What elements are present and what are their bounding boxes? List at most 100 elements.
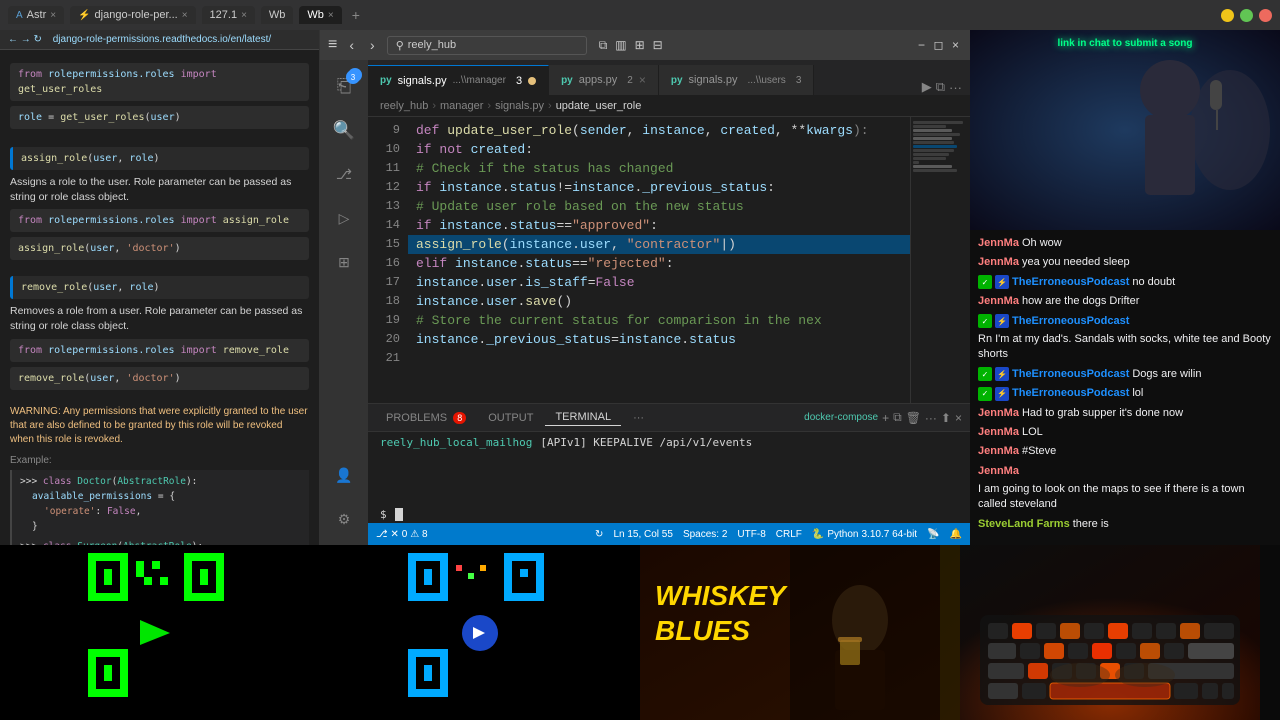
get-user-roles-import: from rolepermissions.roles import get_us… [10, 63, 309, 101]
terminal-max-button[interactable]: ⬆ [941, 411, 951, 425]
status-sync[interactable]: ↻ [595, 529, 603, 540]
status-encoding[interactable]: UTF-8 [737, 529, 765, 540]
problems-tab[interactable]: PROBLEMS 8 [376, 410, 476, 426]
window-close-button[interactable] [1259, 9, 1272, 22]
py-icon-1: py [380, 75, 392, 86]
vscode-back-button[interactable]: ‹ [345, 35, 358, 55]
code-line-14: if instance.status == "approved": [408, 216, 910, 235]
activity-accounts[interactable]: 👤 [324, 455, 364, 495]
chat-text-10: #Steve [1022, 444, 1056, 459]
chat-username-6[interactable]: TheErroneousPodcast [1012, 367, 1129, 382]
code-line-11: # Check if the status has changed [408, 159, 910, 178]
layout-icon-3[interactable]: ⊞ [635, 38, 645, 52]
activity-debug[interactable]: ▷ [324, 198, 364, 238]
tab5-close[interactable]: × [328, 10, 334, 21]
status-language[interactable]: 🐍 Python 3.10.7 64-bit [812, 529, 917, 540]
banner-text: link in chat to submit a song [1057, 38, 1192, 49]
status-branch[interactable]: ⎇ ✕ 0 ⚠ 8 [376, 529, 428, 540]
status-notifications[interactable]: 📡 [927, 529, 939, 540]
tab2-close[interactable]: × [182, 10, 188, 21]
chat-username-2[interactable]: JennMa [978, 255, 1019, 270]
terminal-close-button[interactable]: × [955, 411, 962, 425]
breadcrumb-manager[interactable]: manager [440, 100, 483, 112]
tab3-close[interactable]: × [241, 10, 247, 21]
debug-console-tab[interactable]: ··· [623, 410, 654, 426]
layout-icon-2[interactable]: ▥ [615, 38, 626, 52]
breadcrumb-root[interactable]: reely_hub [380, 100, 428, 112]
terminal-trash-button[interactable]: 🗑 [906, 411, 921, 425]
tab-signals-manager[interactable]: py signals.py ...\\manager 3 [368, 65, 549, 95]
activity-git[interactable]: ⎇ [324, 154, 364, 194]
tab-apps[interactable]: py apps.py 2 × [549, 65, 659, 95]
minimize-button[interactable] [1221, 9, 1234, 22]
tab1-close[interactable]: × [50, 10, 56, 21]
minimap [910, 117, 970, 403]
address-text: django-role-permissions.readthedocs.io/e… [53, 34, 271, 45]
tab4-label: Wb [269, 9, 286, 21]
vscode-menu-icon[interactable]: ≡ [328, 36, 337, 54]
code-line-12: if instance.status != instance._previous… [408, 178, 910, 197]
vscode-search-bar[interactable]: ⚲ reely_hub [387, 36, 587, 55]
chat-username-3[interactable]: TheErroneousPodcast [1012, 275, 1129, 290]
terminal-tab[interactable]: TERMINAL [545, 409, 621, 426]
new-tab-button[interactable]: + [348, 7, 364, 23]
browser-tab-1[interactable]: A Astr × [8, 6, 64, 24]
browser-tab-5[interactable]: Wb × [299, 6, 341, 24]
terminal-add-button[interactable]: + [882, 411, 889, 425]
chat-username-5[interactable]: TheErroneousPodcast [1012, 314, 1129, 329]
chat-area[interactable]: JennMa Oh wow JennMa yea you needed slee… [970, 230, 1280, 545]
maximize-button[interactable] [1240, 9, 1253, 22]
code-line-13: # Update user role based on the new stat… [408, 197, 910, 216]
chat-username-1[interactable]: JennMa [978, 236, 1019, 251]
chat-badge-green-4: ✓ [978, 387, 992, 401]
error-icon: ✕ [391, 529, 399, 540]
status-line-ending[interactable]: CRLF [776, 529, 802, 540]
more-actions-button[interactable]: ··· [949, 80, 962, 95]
status-line-col[interactable]: Ln 15, Col 55 [613, 529, 673, 540]
docs-content: from rolepermissions.roles import get_us… [0, 50, 319, 545]
activity-search[interactable]: 🔍 [324, 110, 364, 150]
status-version: 3.10.7 64-bit [861, 529, 917, 540]
terminal-more-button[interactable]: ··· [925, 411, 937, 425]
chat-username-9[interactable]: JennMa [978, 425, 1019, 440]
activity-explorer[interactable]: ⎗ 3 [324, 66, 364, 106]
chat-username-7[interactable]: TheErroneousPodcast [1012, 386, 1129, 401]
breadcrumb-function[interactable]: update_user_role [556, 100, 642, 112]
browser-tab-4[interactable]: Wb [261, 6, 294, 24]
chat-username-12[interactable]: SteveLand Farms [978, 517, 1070, 532]
activity-extensions[interactable]: ⊞ [324, 242, 364, 282]
tab1-number: 3 [516, 75, 522, 87]
status-spaces[interactable]: Spaces: 2 [683, 529, 727, 540]
chat-username-11[interactable]: JennMa [978, 464, 1019, 479]
line-numbers: 9 10 11 12 13 14 15 16 17 18 19 20 21 [368, 117, 408, 403]
activity-settings[interactable]: ⚙ [324, 499, 364, 539]
window-restore-icon[interactable]: ◻ [932, 39, 945, 52]
output-tab[interactable]: OUTPUT [478, 410, 543, 426]
search-icon: ⚲ [396, 39, 404, 52]
warning-count: ⚠ 8 [410, 529, 427, 540]
remove-role-description: Removes a role from a user. Role paramet… [10, 304, 309, 333]
breadcrumb-file[interactable]: signals.py [495, 100, 544, 112]
chat-text-7: lol [1132, 386, 1143, 401]
chat-username-10[interactable]: JennMa [978, 444, 1019, 459]
layout-icon-4[interactable]: ⊟ [653, 38, 663, 52]
status-bell[interactable]: 🔔 [950, 529, 962, 540]
thumbnail-music: WHISKEY BLUES [640, 545, 960, 720]
address-bar[interactable]: ← → ↻ django-role-permissions.readthedoc… [0, 30, 319, 50]
window-minimize-icon[interactable]: − [915, 39, 928, 52]
tab2-close-icon[interactable]: × [639, 73, 646, 87]
code-line-17: instance.user.is_staff = False [408, 273, 910, 292]
browser-tab-2[interactable]: ⚡ django-role-per... × [70, 6, 195, 24]
chat-username-4[interactable]: JennMa [978, 294, 1019, 309]
layout-icon-1[interactable]: ⧉ [599, 38, 608, 53]
browser-tab-3[interactable]: 127.1 × [202, 6, 255, 24]
chat-username-8[interactable]: JennMa [978, 406, 1019, 421]
tab-signals-users[interactable]: py signals.py ...\\users 3 [659, 65, 815, 95]
code-editor[interactable]: def update_user_role(sender, instance, c… [408, 117, 910, 403]
split-editor-button[interactable]: ⧉ [936, 79, 945, 95]
chat-message-11: JennMa I am going to look on the maps to… [978, 464, 1272, 513]
vscode-forward-button[interactable]: › [366, 35, 379, 55]
run-button[interactable]: ▶ [922, 79, 932, 95]
terminal-split-button[interactable]: ⧉ [893, 410, 902, 425]
window-close-icon[interactable]: × [949, 39, 962, 52]
